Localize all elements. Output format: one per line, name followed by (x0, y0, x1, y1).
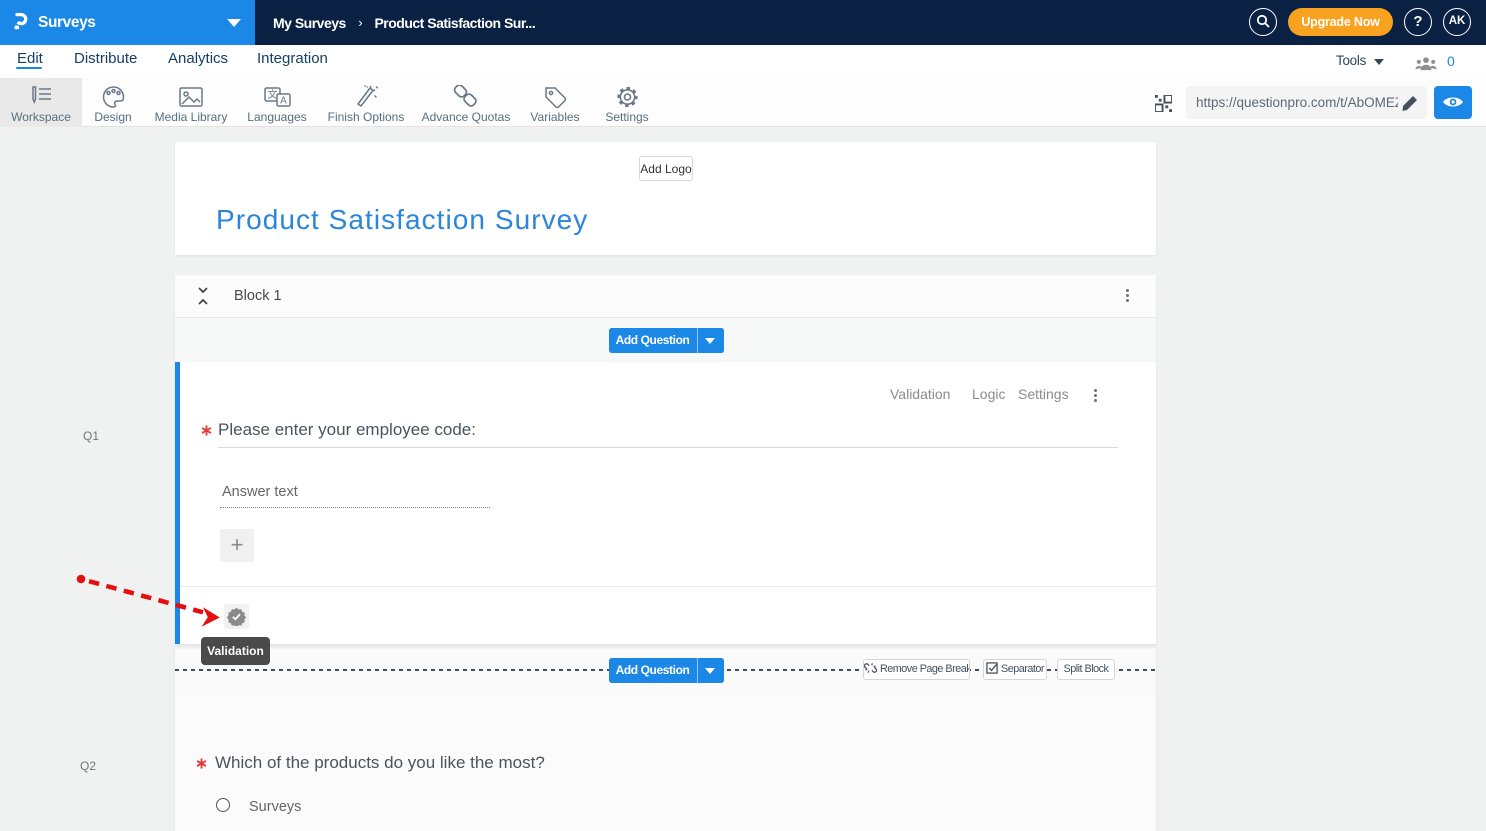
svg-text:文: 文 (267, 88, 277, 101)
svg-text:A: A (280, 96, 287, 107)
